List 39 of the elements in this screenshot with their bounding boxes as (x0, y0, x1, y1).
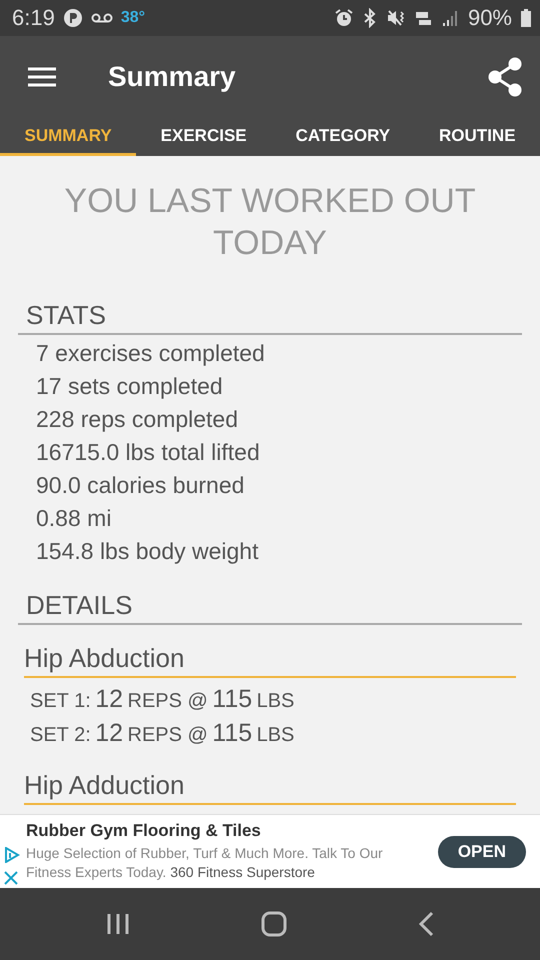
share-icon[interactable] (486, 57, 524, 97)
stat-line: 0.88 mi (35, 504, 112, 533)
tab[interactable]: ROUTINE (414, 118, 540, 156)
ad-info-icon[interactable] (4, 846, 20, 862)
app-notification-icon (62, 8, 83, 28)
section-heading: STATS (18, 300, 522, 335)
battery-icon (520, 8, 532, 28)
section-heading: DETAILS (18, 590, 522, 625)
status-time: 6:19 (12, 5, 55, 31)
home-icon[interactable] (260, 911, 287, 937)
set-line: SET 2: 12 REPS @ 115 LBS (29, 718, 296, 749)
bluetooth-icon (362, 8, 378, 28)
open-button[interactable]: OPEN (438, 836, 526, 868)
exercise-name: Hip Adduction (24, 770, 516, 805)
close-icon[interactable] (4, 870, 18, 884)
stat-line: 228 reps completed (35, 405, 240, 434)
ad-title[interactable]: Rubber Gym Flooring & Tiles (26, 821, 428, 841)
signal-icon (442, 8, 460, 28)
recent-apps-icon[interactable] (106, 913, 130, 935)
tab[interactable]: EXERCISE (136, 118, 272, 156)
stat-line: 17 sets completed (35, 372, 224, 401)
stat-line: 7 exercises completed (35, 339, 266, 368)
exercise-name: Hip Abduction (24, 643, 516, 678)
tab[interactable]: CATEGORY (271, 118, 415, 156)
menu-icon[interactable] (28, 67, 56, 87)
weather-temperature: 38° (120, 9, 146, 27)
last-workout-headline: YOU LAST WORKED OUT TODAY (63, 181, 477, 264)
battery-percent: 90% (468, 5, 512, 31)
stat-line: 154.8 lbs body weight (35, 537, 260, 566)
stat-line: 16715.0 lbs total lifted (35, 438, 261, 467)
set-line: SET 1: 12 REPS @ 115 LBS (29, 684, 296, 715)
alarm-icon (334, 8, 354, 28)
back-icon[interactable] (418, 911, 434, 937)
voicemail-icon (90, 12, 113, 24)
screen-title: Summary (108, 61, 236, 93)
ad-description: Huge Selection of Rubber, Turf & Much More. Talk To Our Fitness Experts Today. 360 Fitness Superstore (26, 844, 384, 882)
tab[interactable]: SUMMARY (0, 118, 136, 156)
vibrate-mute-icon (386, 8, 406, 28)
stat-line: 90.0 calories burned (35, 471, 246, 500)
